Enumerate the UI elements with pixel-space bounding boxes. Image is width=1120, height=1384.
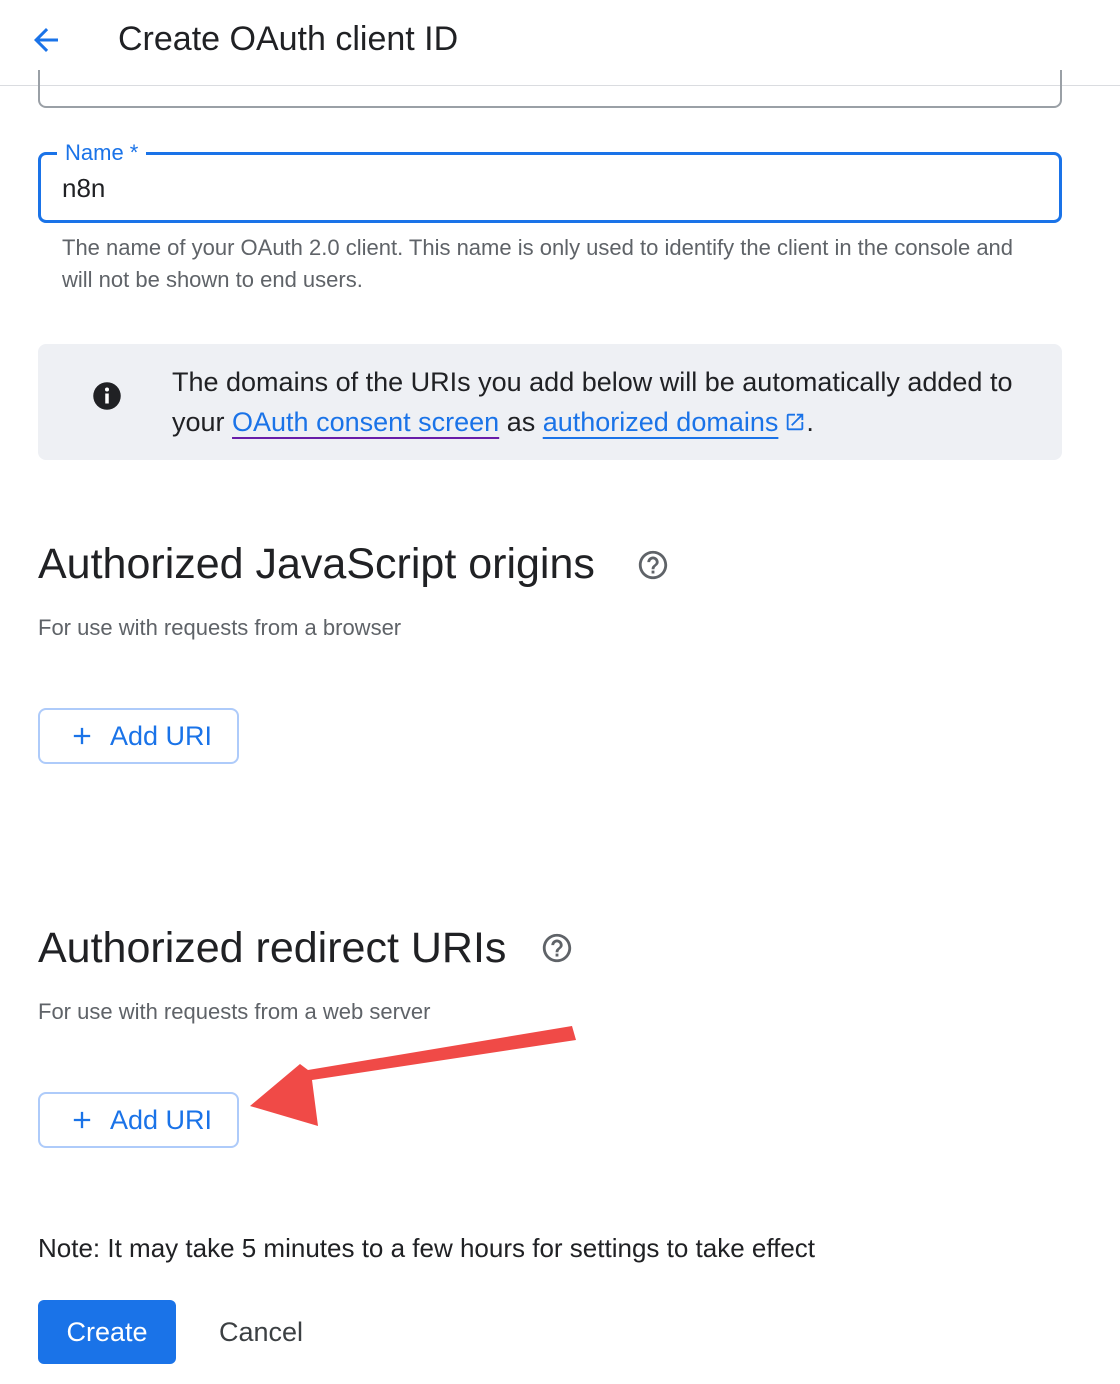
plus-icon: [73, 727, 91, 745]
js-origins-subtitle: For use with requests from a browser: [38, 615, 402, 640]
settings-note: Note: It may take 5 minutes to a few hou…: [38, 1233, 816, 1263]
page-title: Create OAuth client ID: [118, 20, 459, 58]
authorized-domains-label: authorized domains: [542, 407, 779, 437]
name-field[interactable]: Name *: [38, 139, 1062, 223]
create-button[interactable]: Create: [38, 1300, 176, 1364]
annotation-arrow-shape: [250, 1026, 576, 1126]
external-link-icon: [787, 413, 804, 431]
name-field-label: Name *: [57, 139, 147, 167]
help-icon[interactable]: [540, 931, 574, 965]
oauth-consent-screen-link[interactable]: OAuth consent screen: [232, 407, 499, 437]
name-helper-text: The name of your OAuth 2.0 client. This …: [62, 235, 1014, 292]
plus-icon: [73, 1111, 91, 1129]
info-text-after: .: [806, 407, 814, 437]
info-icon: [93, 382, 121, 410]
js-origins-title: Authorized JavaScript origins: [38, 540, 595, 588]
arrow-back-icon: [34, 28, 58, 52]
add-js-origin-label: Add URI: [110, 721, 213, 751]
info-banner: The domains of the URIs you add below wi…: [38, 344, 1062, 460]
help-icon[interactable]: [636, 548, 670, 582]
redirect-uris-subtitle: For use with requests from a web server: [38, 999, 431, 1024]
redirect-uris-title: Authorized redirect URIs: [38, 924, 507, 972]
name-input[interactable]: [62, 171, 1022, 205]
back-button[interactable]: [24, 18, 68, 62]
add-redirect-uri-button[interactable]: Add URI: [38, 1092, 239, 1148]
authorized-domains-link[interactable]: authorized domains: [543, 407, 807, 437]
add-redirect-uri-label: Add URI: [110, 1105, 213, 1135]
cancel-button[interactable]: Cancel: [196, 1300, 326, 1364]
info-text-middle: as: [499, 407, 543, 437]
add-js-origin-button[interactable]: Add URI: [38, 708, 239, 764]
info-text: The domains of the URIs you add below wi…: [172, 362, 1042, 442]
previous-field[interactable]: [38, 70, 1062, 108]
